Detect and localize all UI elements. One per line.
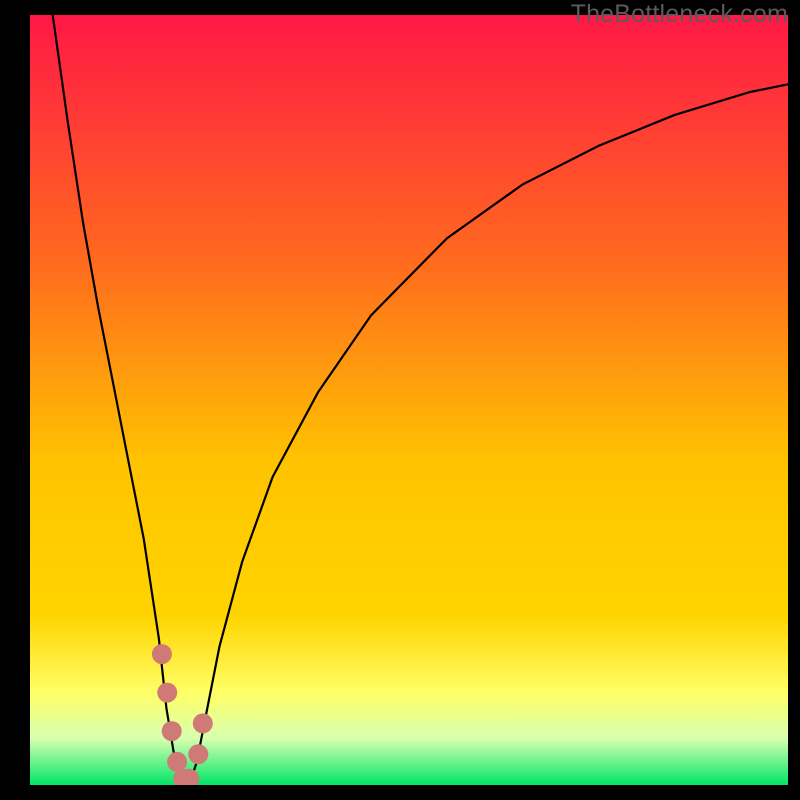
highlight-dot (157, 683, 177, 703)
watermark-text: TheBottleneck.com (571, 0, 788, 29)
highlight-dot (162, 721, 182, 741)
chart-svg (30, 15, 788, 785)
highlight-dot (152, 644, 172, 664)
highlight-dot (193, 713, 213, 733)
gradient-background (30, 15, 788, 785)
chart-plot-area (30, 15, 788, 785)
chart-frame: TheBottleneck.com (0, 0, 800, 800)
highlight-dot (188, 744, 208, 764)
